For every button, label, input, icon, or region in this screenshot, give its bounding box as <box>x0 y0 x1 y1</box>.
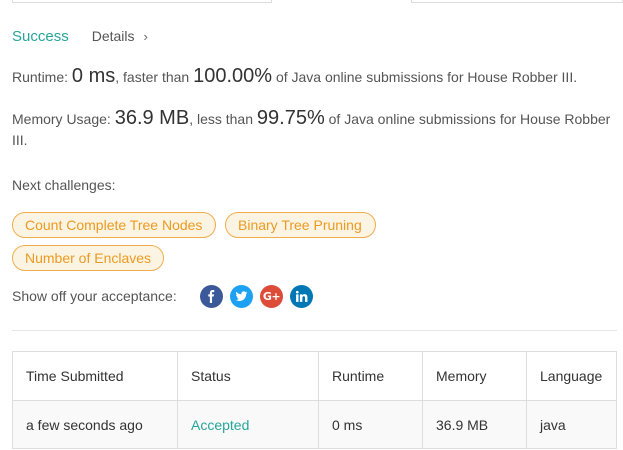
column-header-runtime: Runtime <box>318 351 423 401</box>
tab-discuss[interactable] <box>411 0 623 3</box>
facebook-glyph <box>208 290 215 303</box>
cell-status: Accepted <box>177 400 319 449</box>
linkedin-glyph <box>295 290 308 302</box>
column-header-time-submitted: Time Submitted <box>12 351 178 401</box>
tab-submissions[interactable] <box>272 0 411 3</box>
memory-mid: , less than <box>189 111 257 127</box>
memory-summary: Memory Usage: 36.9 MB, less than 99.75% … <box>12 108 617 151</box>
runtime-mid: , faster than <box>115 69 194 85</box>
cell-language: java <box>526 400 617 449</box>
runtime-value: 0 ms <box>71 65 116 87</box>
section-divider <box>12 330 617 331</box>
table-header-row: Time Submitted Status Runtime Memory Lan… <box>12 351 617 401</box>
accepted-link[interactable]: Accepted <box>191 417 249 433</box>
twitter-glyph <box>235 291 248 301</box>
google-plus-glyph: G+ <box>262 290 281 303</box>
cell-memory: 36.9 MB <box>422 400 527 449</box>
memory-label: Memory Usage: <box>12 111 115 127</box>
details-link[interactable]: Details › <box>92 28 148 44</box>
tab-strip <box>0 0 623 4</box>
column-header-memory: Memory <box>422 351 527 401</box>
table-row: a few seconds ago Accepted 0 ms 36.9 MB … <box>12 400 617 449</box>
submission-status-row: Success Details › <box>12 26 148 46</box>
runtime-suffix: of Java online submissions for House Rob… <box>272 69 578 85</box>
memory-percent: 99.75% <box>256 107 325 129</box>
details-label: Details <box>91 28 135 44</box>
column-header-language: Language <box>526 351 617 401</box>
column-header-status: Status <box>177 351 319 401</box>
runtime-percent: 100.00% <box>193 65 273 87</box>
facebook-icon[interactable] <box>200 285 223 308</box>
linkedin-icon[interactable] <box>290 285 313 308</box>
runtime-summary: Runtime: 0 ms, faster than 100.00% of Ja… <box>12 66 617 88</box>
runtime-label: Runtime: <box>12 69 72 85</box>
next-challenges-label: Next challenges: <box>12 177 116 193</box>
chevron-right-icon: › <box>143 28 148 44</box>
submission-table: Time Submitted Status Runtime Memory Lan… <box>12 351 617 449</box>
tab-description[interactable] <box>12 0 272 3</box>
cell-runtime: 0 ms <box>318 400 423 449</box>
success-status: Success <box>12 27 69 45</box>
cell-time-submitted: a few seconds ago <box>12 400 178 449</box>
memory-value: 36.9 MB <box>114 107 190 129</box>
share-label: Show off your acceptance: <box>12 288 177 304</box>
challenge-tag-number-of-enclaves[interactable]: Number of Enclaves <box>12 245 164 271</box>
google-plus-icon[interactable]: G+ <box>260 285 283 308</box>
challenge-tag-binary-tree-pruning[interactable]: Binary Tree Pruning <box>225 212 376 238</box>
challenge-tag-count-complete-tree-nodes[interactable]: Count Complete Tree Nodes <box>12 212 216 238</box>
twitter-icon[interactable] <box>230 285 253 308</box>
